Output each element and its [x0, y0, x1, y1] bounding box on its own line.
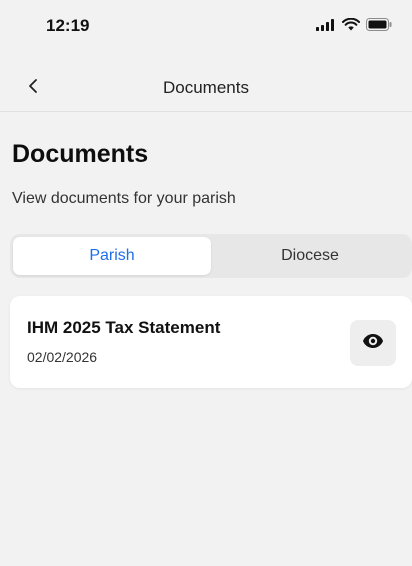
document-date: 02/02/2026 — [27, 349, 98, 365]
status-icons — [316, 18, 392, 31]
page-subtitle: View documents for your parish — [12, 190, 236, 207]
view-document-button[interactable] — [350, 320, 396, 366]
document-title: IHM 2025 Tax Statement — [27, 318, 221, 337]
status-time: 12:19 — [46, 16, 90, 35]
page-title: Documents — [12, 140, 149, 168]
tab-diocese[interactable]: Diocese — [211, 237, 409, 275]
battery-icon — [366, 18, 392, 31]
cellular-signal-icon — [316, 18, 336, 31]
tab-parish[interactable]: Parish — [13, 237, 211, 275]
status-bar: 12:19 — [0, 0, 412, 50]
navigation-bar: Documents — [0, 64, 412, 112]
document-card[interactable]: IHM 2025 Tax Statement 02/02/2026 — [10, 296, 412, 388]
wifi-icon — [342, 18, 360, 31]
nav-title: Documents — [163, 78, 249, 97]
segmented-control: Parish Diocese — [10, 234, 412, 278]
eye-icon — [362, 333, 384, 354]
documents-screen: 12:19 Documents Documents View documents… — [0, 0, 412, 566]
